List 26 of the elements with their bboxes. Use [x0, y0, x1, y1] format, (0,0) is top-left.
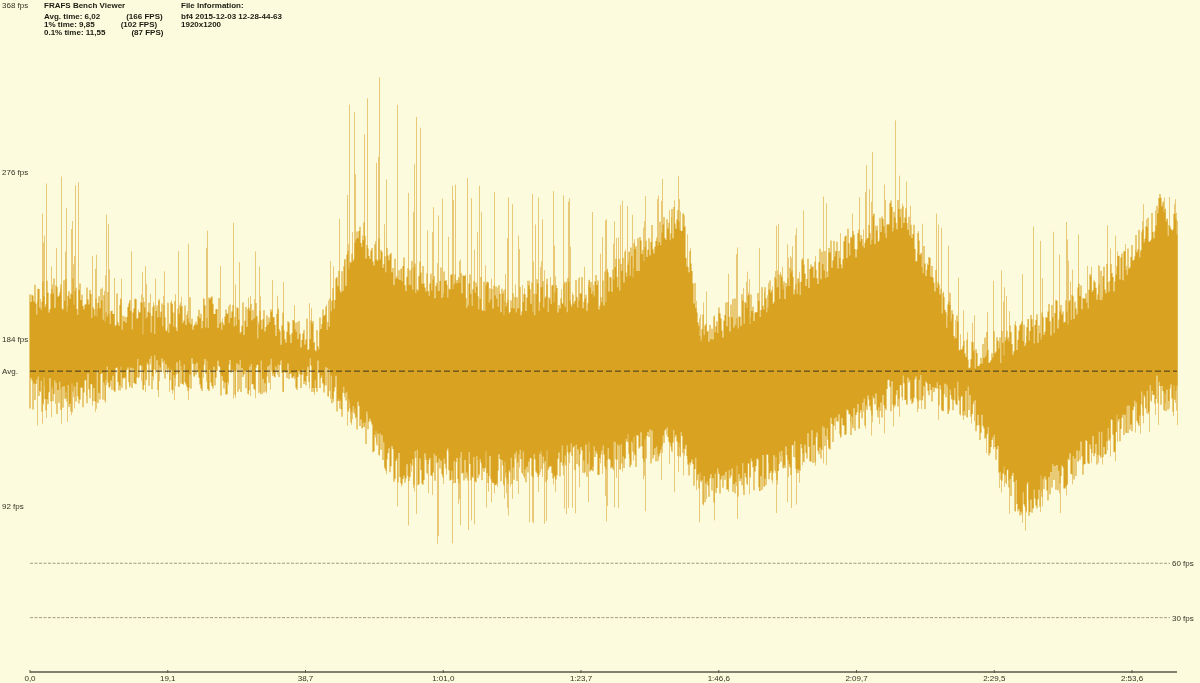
y-axis-label: 184 fps [2, 335, 29, 344]
y-axis-label: 276 fps [2, 168, 29, 177]
x-axis-label: 2:53,6 [1120, 673, 1144, 683]
x-axis-label: 19,1 [159, 673, 176, 683]
stat-fps: (87 FPS) [131, 29, 164, 37]
y-axis-label: 92 fps [2, 502, 24, 511]
y-axis-label: 368 fps [2, 1, 29, 10]
stat-fps: (166 FPS) [126, 13, 163, 21]
stat-label: 0.1% time: 11,55 [44, 29, 106, 37]
x-axis-label: 2:09,7 [845, 673, 868, 683]
stat-fps: (102 FPS) [120, 21, 158, 29]
x-axis-label: 1:46,6 [707, 673, 730, 683]
x-axis-label: 38,7 [297, 673, 314, 683]
stat-label: 1% time: 9,85 [44, 21, 95, 29]
stat-label: Avg. time: 6,02 [44, 13, 101, 21]
app-title: FRAFS Bench Viewer [44, 2, 127, 10]
file-info-line: bf4 2015-12-03 12-28-44-63 [181, 13, 283, 21]
file-info-heading: File Information: [181, 2, 245, 10]
x-axis-label: 2:29,5 [983, 673, 1006, 683]
file-info-line: 1920x1200 [181, 21, 223, 29]
x-axis-label: 1:01,0 [432, 673, 455, 683]
x-axis-label: 0,0 [24, 673, 36, 683]
threshold-label: 30 fps [1172, 613, 1194, 623]
average-label: Avg. [2, 367, 18, 377]
x-axis-label: 1:23,7 [569, 673, 593, 683]
threshold-label: 60 fps [1172, 559, 1194, 569]
